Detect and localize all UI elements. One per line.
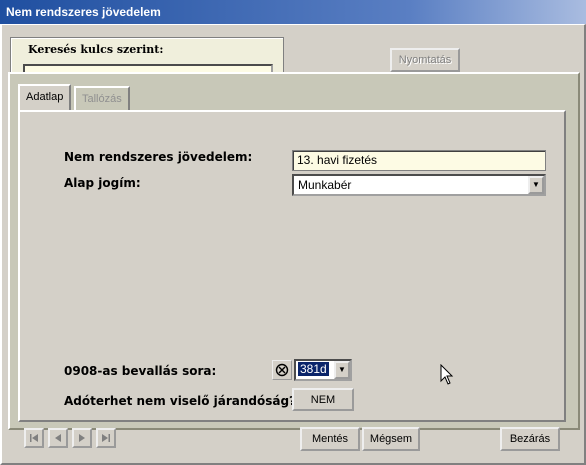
basis-select-value: Munkabér <box>298 178 352 192</box>
tab-tallozas[interactable]: Tallózás <box>74 86 130 110</box>
close-button[interactable]: Bezárás <box>500 427 560 451</box>
taxfree-toggle-label: NEM <box>310 393 336 406</box>
next-record-icon <box>79 434 85 442</box>
window-title: Nem rendszeres jövedelem <box>0 0 586 24</box>
tab-adatlap[interactable]: Adatlap <box>18 84 72 110</box>
clear-circle-icon <box>275 363 289 377</box>
clear-button[interactable] <box>272 360 292 380</box>
tab-tallozas-label: Tallózás <box>82 93 122 105</box>
basis-select[interactable]: Munkabér ▼ <box>292 174 546 196</box>
row-select[interactable]: 381d ▼ <box>294 359 352 381</box>
previous-record-button[interactable] <box>48 428 68 448</box>
chevron-down-icon[interactable]: ▼ <box>334 361 350 379</box>
save-button-label: Mentés <box>311 433 349 445</box>
row-select-value: 381d <box>298 362 329 376</box>
search-legend: Keresés kulcs szerint: <box>25 43 167 56</box>
chevron-down-icon[interactable]: ▼ <box>528 176 544 194</box>
row-label: 0908-as bevallás sora: <box>64 364 217 378</box>
close-button-label: Bezárás <box>509 433 551 445</box>
next-record-button[interactable] <box>72 428 92 448</box>
income-field[interactable]: 13. havi fizetés <box>292 150 546 171</box>
income-label: Nem rendszeres jövedelem: <box>64 150 253 164</box>
print-button[interactable]: Nyomtatás <box>390 48 460 72</box>
taxfree-toggle[interactable]: NEM <box>292 388 354 411</box>
save-button[interactable]: Mentés <box>300 427 360 451</box>
cancel-button[interactable]: Mégsem <box>362 427 420 451</box>
last-record-button[interactable] <box>96 428 116 448</box>
mouse-pointer-icon <box>440 364 454 385</box>
tab-adatlap-label: Adatlap <box>26 91 64 103</box>
previous-record-icon <box>55 434 61 442</box>
first-record-button[interactable] <box>24 428 44 448</box>
basis-label: Alap jogím: <box>64 176 141 190</box>
taxfree-label: Adóterhet nem viselő járandóság? <box>64 394 297 408</box>
last-record-icon <box>102 434 110 442</box>
print-button-label: Nyomtatás <box>398 54 452 66</box>
first-record-icon <box>30 434 38 442</box>
cancel-button-label: Mégsem <box>369 433 413 445</box>
adatlap-content: Nem rendszeres jövedelem: 13. havi fizet… <box>18 110 566 422</box>
